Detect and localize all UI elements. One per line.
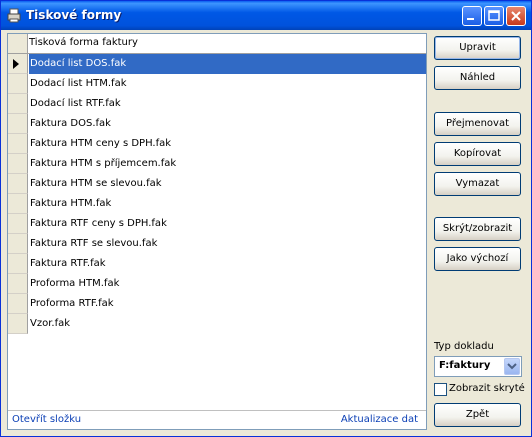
minimize-button[interactable] [462,6,482,26]
maximize-icon [488,10,500,21]
form-name-cell[interactable]: Dodací list DOS.fak [29,54,426,74]
row-indicator [8,134,28,154]
table-row[interactable]: Dodací list DOS.fak [8,54,426,74]
refresh-data-link[interactable]: Aktualizace dat [341,414,418,425]
show-hidden-checkbox[interactable] [434,383,447,396]
form-name-cell[interactable]: Faktura RTF.fak [29,254,426,274]
table-row[interactable]: Proforma HTM.fak [8,274,426,294]
form-name-cell[interactable]: Dodací list RTF.fak [29,94,426,114]
form-name-cell[interactable]: Faktura RTF se slevou.fak [29,234,426,254]
row-indicator [8,194,28,214]
row-indicator [8,114,28,134]
grid-footer: Otevřít složku Aktualizace dat [8,410,426,429]
edit-button[interactable]: Upravit [434,36,521,60]
dropdown-button[interactable] [504,358,520,375]
row-indicator [8,254,28,274]
row-indicator [8,54,28,74]
form-name-cell[interactable]: Faktura HTM s příjemcem.fak [29,154,426,174]
back-button[interactable]: Zpět [434,403,521,427]
copy-button[interactable]: Kopírovat [434,142,521,166]
column-header-form[interactable]: Tisková forma faktury [29,37,138,48]
row-indicator [8,214,28,234]
row-indicator [8,94,28,114]
form-name-cell[interactable]: Faktura DOS.fak [29,114,426,134]
table-row[interactable]: Dodací list HTM.fak [8,74,426,94]
grid-header: Tisková forma faktury [8,34,426,54]
close-button[interactable] [506,6,526,26]
title-bar[interactable]: Tiskové formy [1,1,531,30]
doc-type-value: F:faktury [439,360,491,371]
print-forms-window: Tiskové formy Tisková forma faktury Doda… [0,0,532,437]
doc-type-select[interactable]: F:faktury [434,356,522,377]
app-icon [7,8,21,23]
hide-show-button[interactable]: Skrýt/zobrazit [434,217,521,241]
row-indicator [8,174,28,194]
table-row[interactable]: Faktura RTF ceny s DPH.fak [8,214,426,234]
preview-button[interactable]: Náhled [434,66,521,90]
table-row[interactable]: Faktura DOS.fak [8,114,426,134]
row-indicator [8,314,28,334]
form-name-cell[interactable]: Faktura HTM ceny s DPH.fak [29,134,426,154]
form-name-cell[interactable]: Proforma HTM.fak [29,274,426,294]
row-indicator [8,74,28,94]
form-name-cell[interactable]: Vzor.fak [29,314,426,334]
print-forms-grid[interactable]: Tisková forma faktury Dodací list DOS.fa… [7,33,427,430]
open-folder-link[interactable]: Otevřít složku [12,414,81,425]
close-icon [511,11,521,21]
table-row[interactable]: Proforma RTF.fak [8,294,426,314]
table-row[interactable]: Vzor.fak [8,314,426,334]
form-name-cell[interactable]: Faktura HTM se slevou.fak [29,174,426,194]
table-row[interactable]: Faktura HTM se slevou.fak [8,174,426,194]
form-name-cell[interactable]: Faktura HTM.fak [29,194,426,214]
row-indicator [8,234,28,254]
form-name-cell[interactable]: Proforma RTF.fak [29,294,426,314]
doc-type-label: Typ dokladu [434,341,494,352]
table-row[interactable]: Faktura RTF se slevou.fak [8,234,426,254]
current-row-arrow-icon [13,59,19,69]
table-row[interactable]: Faktura HTM ceny s DPH.fak [8,134,426,154]
form-name-cell[interactable]: Dodací list HTM.fak [29,74,426,94]
row-indicator [8,154,28,174]
window-title: Tiskové formy [26,8,122,22]
maximize-button[interactable] [484,6,504,26]
table-row[interactable]: Faktura RTF.fak [8,254,426,274]
form-name-cell[interactable]: Faktura RTF ceny s DPH.fak [29,214,426,234]
delete-button[interactable]: Vymazat [434,172,521,196]
chevron-down-icon [507,363,517,370]
show-hidden-label[interactable]: Zobrazit skryté [449,383,525,394]
rename-button[interactable]: Přejmenovat [434,112,521,136]
table-row[interactable]: Faktura HTM s příjemcem.fak [8,154,426,174]
table-row[interactable]: Faktura HTM.fak [8,194,426,214]
set-default-button[interactable]: Jako výchozí [434,247,521,271]
row-indicator [8,274,28,294]
table-row[interactable]: Dodací list RTF.fak [8,94,426,114]
row-indicator [8,294,28,314]
row-indicator-header [8,34,28,53]
minimize-icon [467,18,474,20]
